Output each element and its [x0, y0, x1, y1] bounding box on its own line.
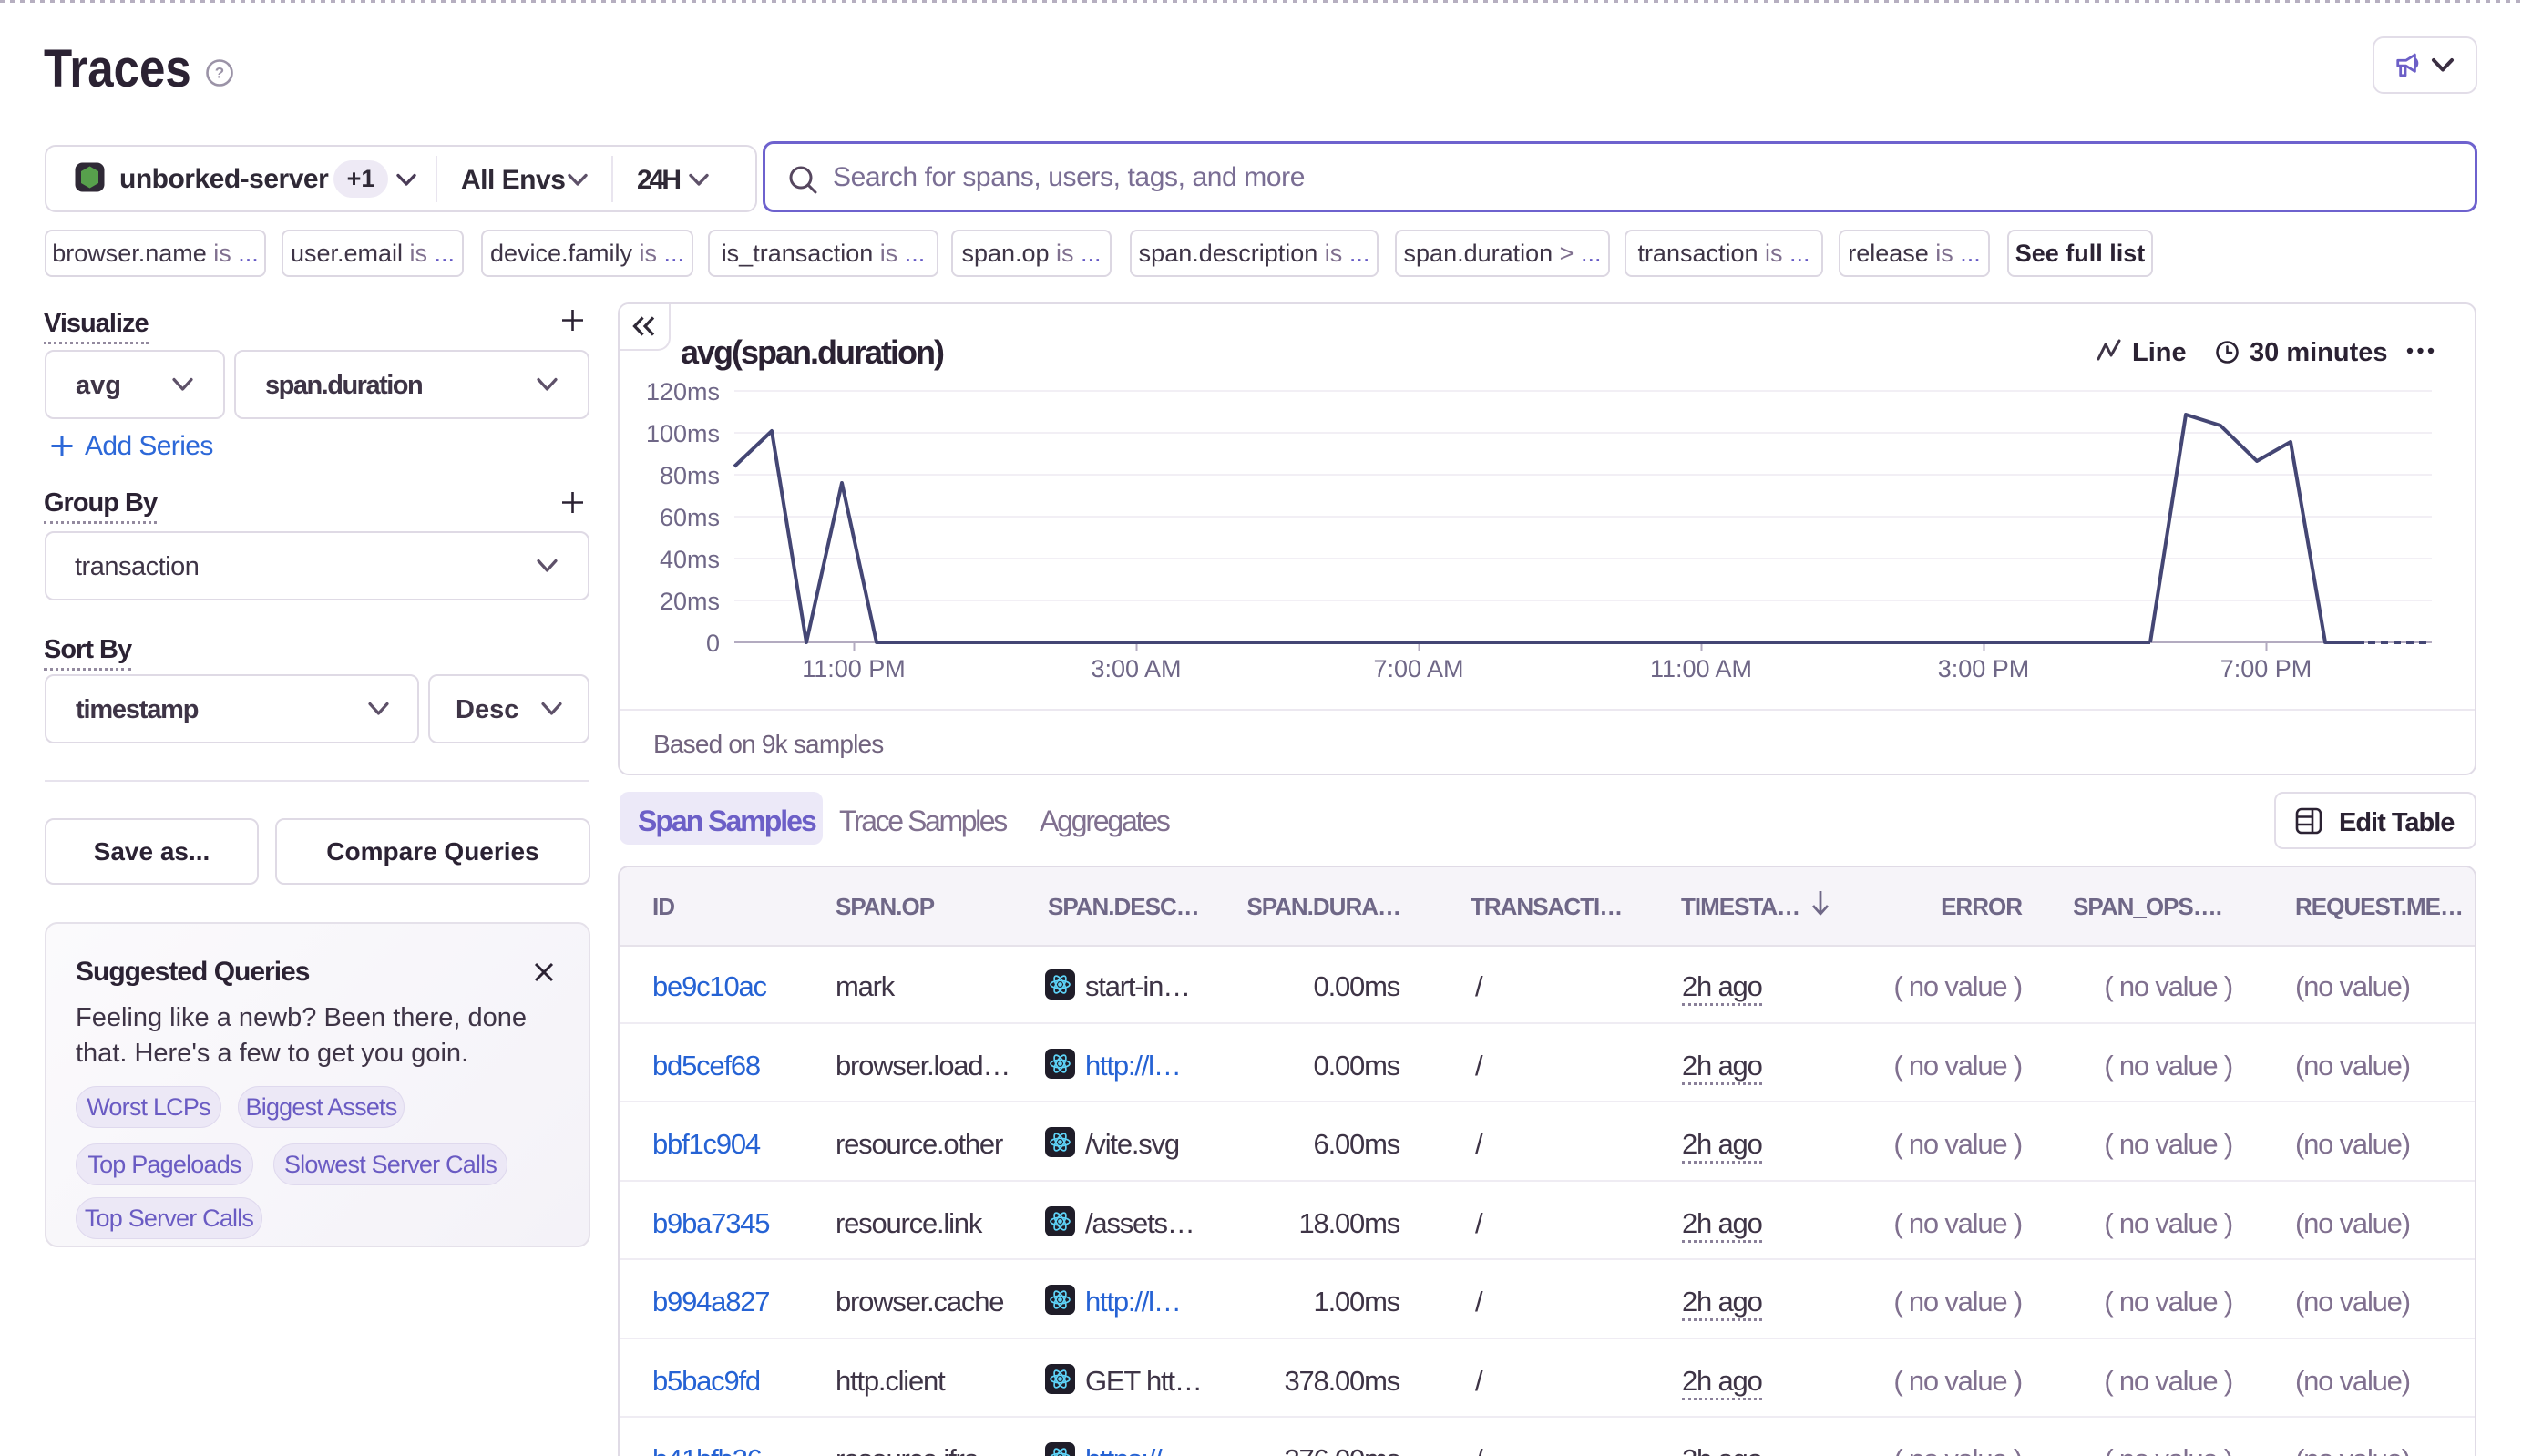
svg-text:?: ? [215, 65, 224, 82]
